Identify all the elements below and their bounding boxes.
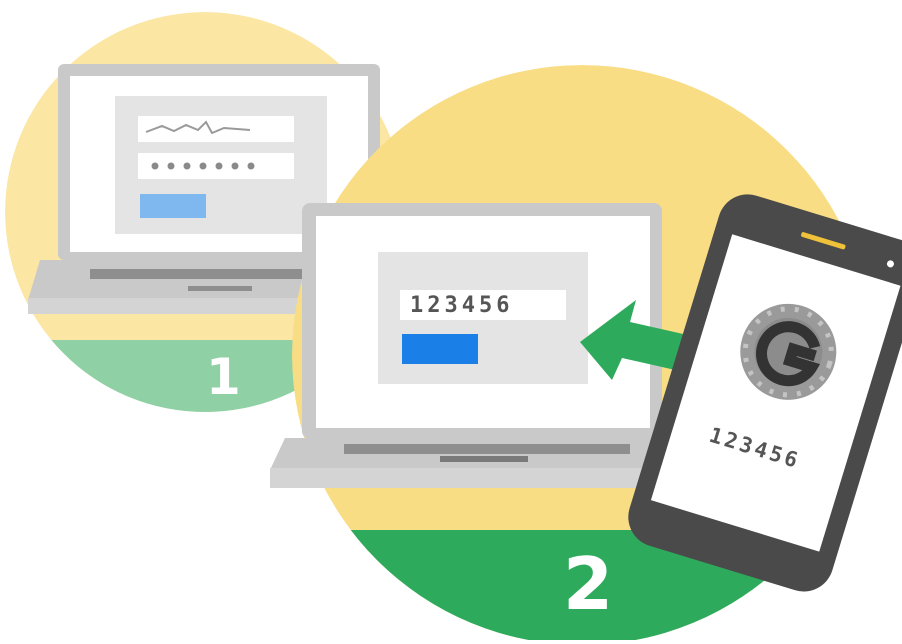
step2-number: 2: [563, 542, 614, 626]
step1-number: 1: [206, 348, 241, 406]
step2-verify-button: [402, 334, 478, 364]
step1-username-field: [138, 116, 294, 142]
illustration-canvas: [5, 12, 902, 644]
step1-signin-button: [140, 194, 206, 218]
two-step-verification-illustration: 1 2 123456 123456: [0, 0, 902, 644]
step2-code-field-value: 123456: [410, 293, 514, 318]
